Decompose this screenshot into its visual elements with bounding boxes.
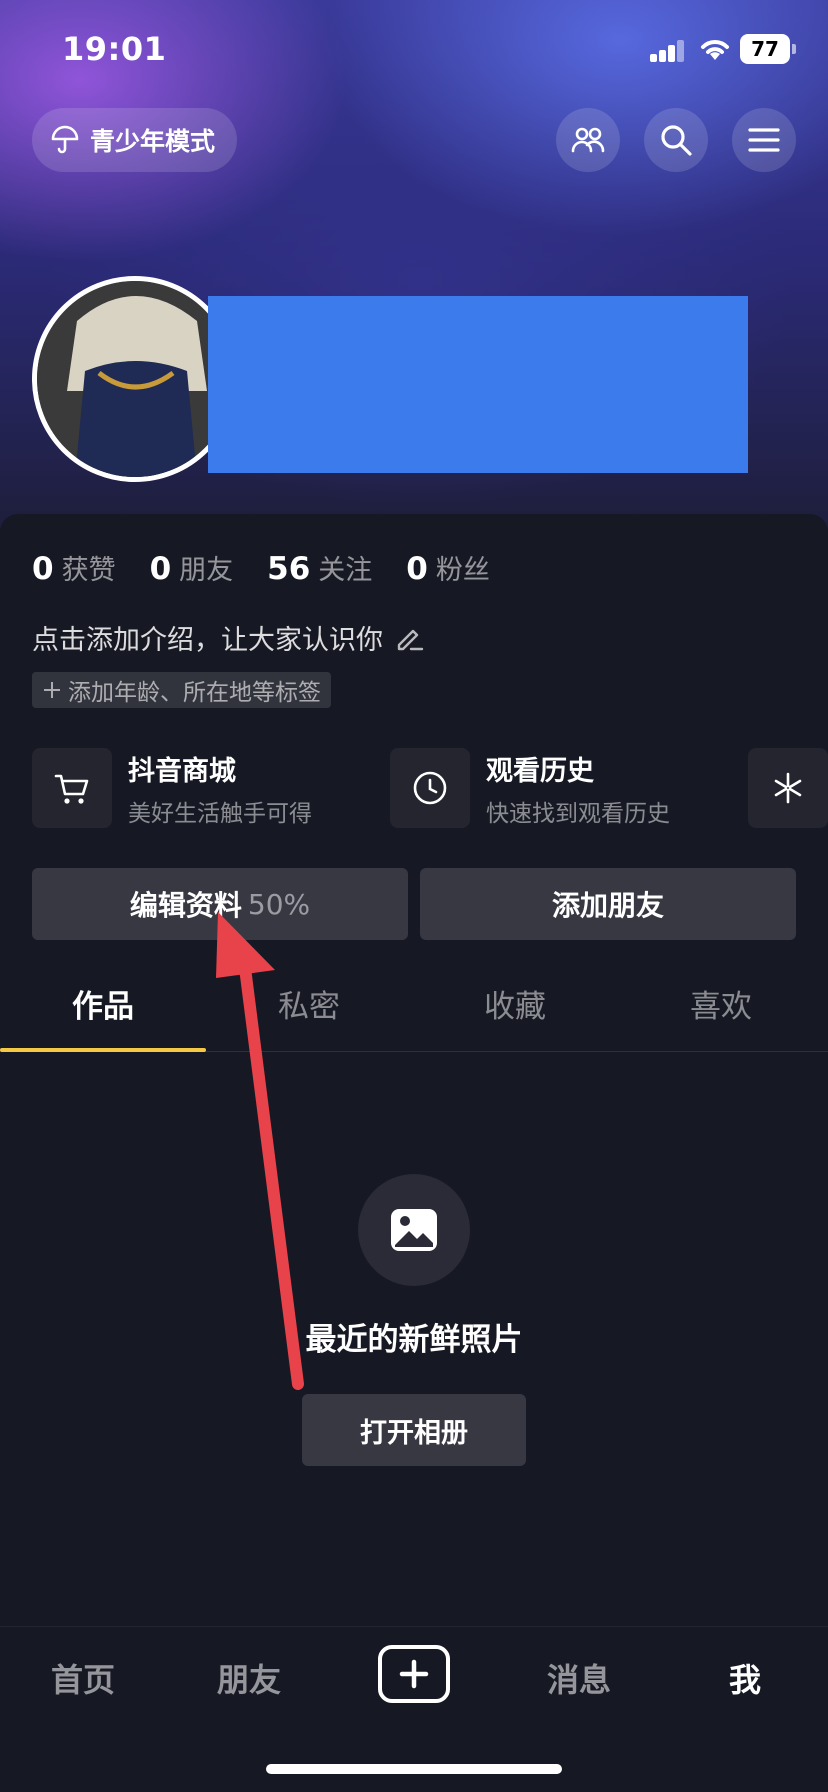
search-icon (661, 125, 692, 156)
active-tab-indicator (0, 1048, 206, 1052)
sparkle-icon (774, 772, 802, 804)
bio-placeholder: 点击添加介绍，让大家认识你 (32, 625, 383, 656)
battery-icon: 77 (740, 34, 796, 64)
watch-history-title: 观看历史 (486, 755, 594, 787)
teen-mode-label: 青少年模式 (90, 127, 216, 156)
open-album-button[interactable]: 打开相册 (302, 1394, 526, 1466)
shop-title: 抖音商城 (128, 755, 236, 787)
nav-home[interactable]: 首页 (0, 1655, 166, 1701)
bio-add-intro[interactable]: 点击添加介绍，让大家认识你 (32, 618, 425, 657)
stat-followers[interactable]: 0 粉丝 (406, 548, 490, 587)
home-indicator (266, 1764, 562, 1774)
more-shortcut[interactable] (748, 748, 828, 828)
watch-history-shortcut[interactable]: 观看历史 快速找到观看历史 (390, 748, 670, 828)
profile-stats: 0 获赞 0 朋友 56 关注 0 粉丝 (32, 548, 490, 587)
stat-number: 56 (267, 551, 311, 587)
teen-mode-button[interactable]: 青少年模式 (32, 108, 238, 172)
tab-private[interactable]: 私密 (206, 962, 412, 1052)
edit-profile-label: 编辑资料 (129, 889, 242, 922)
search-button[interactable] (644, 108, 708, 172)
nav-friends[interactable]: 朋友 (166, 1655, 332, 1701)
avatar-image (37, 281, 233, 477)
add-friend-label: 添加朋友 (551, 889, 664, 922)
username-redacted (208, 296, 748, 473)
tab-likes[interactable]: 喜欢 (618, 962, 824, 1052)
menu-button[interactable] (732, 108, 796, 172)
signal-icon (650, 38, 686, 62)
add-tags-chip[interactable]: 添加年龄、所在地等标签 (32, 672, 331, 708)
stat-friends[interactable]: 0 朋友 (150, 548, 234, 587)
stat-number: 0 (32, 551, 54, 587)
edit-profile-progress: 50% (247, 887, 311, 921)
create-button[interactable] (378, 1645, 450, 1703)
content-tabs: 作品 私密 收藏 喜欢 (0, 962, 828, 1052)
plus-icon (44, 682, 60, 698)
stat-label: 获赞 (61, 555, 116, 586)
hamburger-menu-icon (748, 128, 780, 152)
empty-state-title: 最近的新鲜照片 (305, 1322, 523, 1358)
shop-subtitle: 美好生活触手可得 (128, 800, 312, 827)
tab-favorites[interactable]: 收藏 (412, 962, 618, 1052)
cart-icon (54, 774, 89, 804)
battery-level: 77 (740, 34, 790, 64)
clock-icon (413, 771, 447, 805)
nav-me[interactable]: 我 (662, 1655, 828, 1701)
add-tags-label: 添加年龄、所在地等标签 (68, 680, 321, 706)
edit-pencil-icon (397, 629, 424, 650)
stat-following[interactable]: 56 关注 (267, 548, 372, 587)
stat-number: 0 (149, 551, 172, 587)
empty-state-icon-circle (358, 1174, 470, 1286)
status-time: 19:01 (62, 30, 167, 68)
nav-messages[interactable]: 消息 (496, 1655, 662, 1701)
shop-shortcut[interactable]: 抖音商城 美好生活触手可得 (32, 748, 312, 828)
image-icon (391, 1209, 437, 1251)
add-friend-button[interactable]: 添加朋友 (420, 868, 796, 940)
tab-works[interactable]: 作品 (0, 962, 206, 1052)
edit-profile-button[interactable]: 编辑资料 50% (32, 868, 408, 940)
friends-button[interactable] (556, 108, 620, 172)
wifi-icon (701, 40, 729, 60)
open-album-label: 打开相册 (360, 1417, 468, 1449)
stat-label: 朋友 (179, 555, 234, 586)
people-icon (571, 127, 605, 153)
plus-icon (399, 1659, 429, 1689)
stat-label: 粉丝 (435, 555, 490, 586)
umbrella-icon (51, 125, 79, 154)
watch-history-subtitle: 快速找到观看历史 (486, 800, 670, 827)
stat-number: 0 (406, 551, 428, 587)
stat-label: 关注 (318, 555, 373, 586)
feature-shortcuts: 抖音商城 美好生活触手可得 观看历史 快速找到观看历史 (32, 748, 828, 828)
stat-likes[interactable]: 0 获赞 (32, 548, 116, 587)
status-bar: 19:01 77 (0, 0, 828, 100)
